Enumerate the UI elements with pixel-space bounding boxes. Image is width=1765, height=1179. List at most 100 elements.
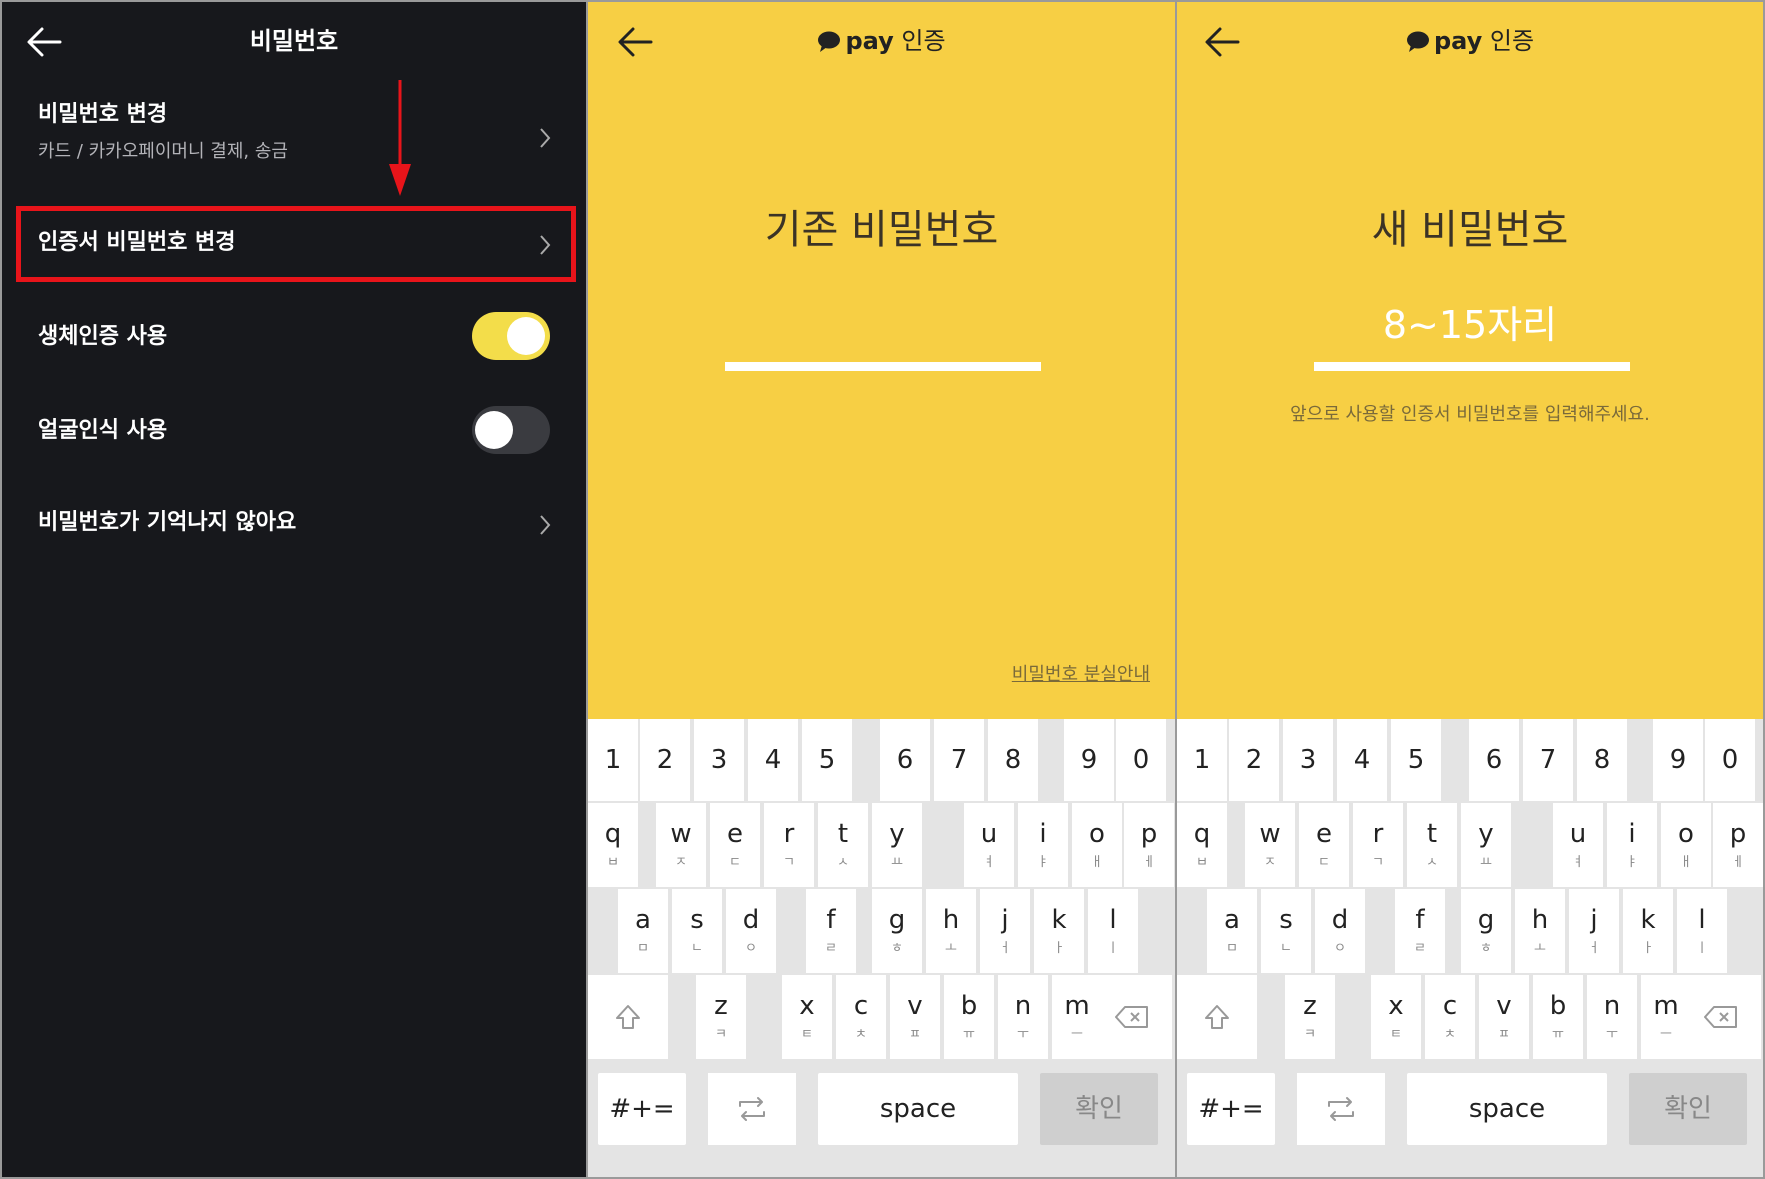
key-w[interactable]: wㅈ xyxy=(1245,803,1295,887)
change-certificate-password-item[interactable]: 인증서 비밀번호 변경 xyxy=(38,228,552,262)
face-recognition-toggle[interactable] xyxy=(472,406,550,454)
key-o[interactable]: oㅐ xyxy=(1661,803,1711,887)
key-b[interactable]: bㅠ xyxy=(944,975,994,1059)
forgot-password-link[interactable]: 비밀번호 분실안내 xyxy=(1012,662,1150,688)
key-s[interactable]: sㄴ xyxy=(1261,889,1311,973)
key-c[interactable]: cㅊ xyxy=(1425,975,1475,1059)
key-p[interactable]: pㅔ xyxy=(1713,803,1763,887)
shift-key[interactable] xyxy=(588,975,668,1059)
key-1[interactable]: 1 xyxy=(588,719,638,801)
key-1[interactable]: 1 xyxy=(1177,719,1227,801)
key-f[interactable]: fㄹ xyxy=(806,889,856,973)
key-9[interactable]: 9 xyxy=(1653,719,1703,801)
key-l[interactable]: lㅣ xyxy=(1677,889,1727,973)
key-z[interactable]: zㅋ xyxy=(1285,975,1335,1059)
key-x[interactable]: xㅌ xyxy=(1371,975,1421,1059)
key-e[interactable]: eㄷ xyxy=(1299,803,1349,887)
key-9[interactable]: 9 xyxy=(1064,719,1114,801)
confirm-key[interactable]: 확인 xyxy=(1629,1073,1747,1145)
key-d[interactable]: dㅇ xyxy=(726,889,776,973)
backspace-key[interactable] xyxy=(1092,975,1172,1059)
password-input-line[interactable] xyxy=(1314,362,1630,371)
key-r[interactable]: rㄱ xyxy=(1353,803,1403,887)
key-e[interactable]: eㄷ xyxy=(710,803,760,887)
key-7[interactable]: 7 xyxy=(934,719,984,801)
key-h[interactable]: hㅗ xyxy=(926,889,976,973)
key-q[interactable]: qㅂ xyxy=(588,803,638,887)
key-r[interactable]: rㄱ xyxy=(764,803,814,887)
key-0[interactable]: 0 xyxy=(1116,719,1166,801)
key-8[interactable]: 8 xyxy=(988,719,1038,801)
key-a[interactable]: aㅁ xyxy=(618,889,668,973)
change-password-item[interactable]: 비밀번호 변경 카드 / 카카오페이머니 결제, 송금 xyxy=(38,100,552,180)
key-j[interactable]: jㅓ xyxy=(1569,889,1619,973)
key-p[interactable]: pㅔ xyxy=(1124,803,1174,887)
key-5-label: 5 xyxy=(1407,745,1425,775)
key-c[interactable]: cㅊ xyxy=(836,975,886,1059)
key-h[interactable]: hㅗ xyxy=(1515,889,1565,973)
key-s[interactable]: sㄴ xyxy=(672,889,722,973)
key-q-label: q xyxy=(604,819,622,849)
key-z[interactable]: zㅋ xyxy=(696,975,746,1059)
key-d[interactable]: dㅇ xyxy=(1315,889,1365,973)
key-a[interactable]: aㅁ xyxy=(1207,889,1257,973)
key-5[interactable]: 5 xyxy=(802,719,852,801)
shift-key[interactable] xyxy=(1177,975,1257,1059)
key-q-sublabel: ㅂ xyxy=(607,855,619,870)
key-g[interactable]: gㅎ xyxy=(872,889,922,973)
language-swap-key[interactable] xyxy=(708,1073,796,1145)
language-swap-key[interactable] xyxy=(1297,1073,1385,1145)
biometric-auth-toggle[interactable] xyxy=(472,312,550,360)
key-w[interactable]: wㅈ xyxy=(656,803,706,887)
key-j[interactable]: jㅓ xyxy=(980,889,1030,973)
key-k[interactable]: kㅏ xyxy=(1034,889,1084,973)
key-b[interactable]: bㅠ xyxy=(1533,975,1583,1059)
key-6-label: 6 xyxy=(1485,745,1503,775)
key-v[interactable]: vㅍ xyxy=(1479,975,1529,1059)
key-q[interactable]: qㅂ xyxy=(1177,803,1227,887)
key-l-label: l xyxy=(1109,905,1117,935)
key-0[interactable]: 0 xyxy=(1705,719,1755,801)
key-u[interactable]: uㅕ xyxy=(1553,803,1603,887)
key-f[interactable]: fㄹ xyxy=(1395,889,1445,973)
key-8[interactable]: 8 xyxy=(1577,719,1627,801)
key-7-label: 7 xyxy=(950,745,968,775)
key-g[interactable]: gㅎ xyxy=(1461,889,1511,973)
space-key[interactable]: space xyxy=(1407,1073,1607,1145)
key-v[interactable]: vㅍ xyxy=(890,975,940,1059)
key-6[interactable]: 6 xyxy=(880,719,930,801)
key-4[interactable]: 4 xyxy=(1337,719,1387,801)
key-u[interactable]: uㅕ xyxy=(964,803,1014,887)
key-n[interactable]: nㅜ xyxy=(1587,975,1637,1059)
confirm-key[interactable]: 확인 xyxy=(1040,1073,1158,1145)
key-5[interactable]: 5 xyxy=(1391,719,1441,801)
password-input-line[interactable] xyxy=(725,362,1041,371)
forgot-password-item[interactable]: 비밀번호가 기억나지 않아요 xyxy=(38,508,552,542)
auth-word: 인증 xyxy=(901,27,946,55)
key-o[interactable]: oㅐ xyxy=(1072,803,1122,887)
key-3[interactable]: 3 xyxy=(1283,719,1333,801)
key-j-sublabel: ㅓ xyxy=(1588,941,1600,956)
key-2[interactable]: 2 xyxy=(640,719,690,801)
key-c-label: c xyxy=(1442,991,1458,1021)
key-t[interactable]: tㅅ xyxy=(1407,803,1457,887)
key-i[interactable]: iㅑ xyxy=(1607,803,1657,887)
symbols-key[interactable]: #+= xyxy=(1187,1073,1275,1145)
key-y[interactable]: yㅛ xyxy=(872,803,922,887)
key-n[interactable]: nㅜ xyxy=(998,975,1048,1059)
key-k[interactable]: kㅏ xyxy=(1623,889,1673,973)
key-y[interactable]: yㅛ xyxy=(1461,803,1511,887)
key-i[interactable]: iㅑ xyxy=(1018,803,1068,887)
key-3[interactable]: 3 xyxy=(694,719,744,801)
key-6[interactable]: 6 xyxy=(1469,719,1519,801)
key-t[interactable]: tㅅ xyxy=(818,803,868,887)
key-2[interactable]: 2 xyxy=(1229,719,1279,801)
key-l[interactable]: lㅣ xyxy=(1088,889,1138,973)
key-f-sublabel: ㄹ xyxy=(1414,941,1426,956)
key-4[interactable]: 4 xyxy=(748,719,798,801)
key-7[interactable]: 7 xyxy=(1523,719,1573,801)
backspace-key[interactable] xyxy=(1681,975,1761,1059)
key-x[interactable]: xㅌ xyxy=(782,975,832,1059)
space-key[interactable]: space xyxy=(818,1073,1018,1145)
symbols-key[interactable]: #+= xyxy=(598,1073,686,1145)
